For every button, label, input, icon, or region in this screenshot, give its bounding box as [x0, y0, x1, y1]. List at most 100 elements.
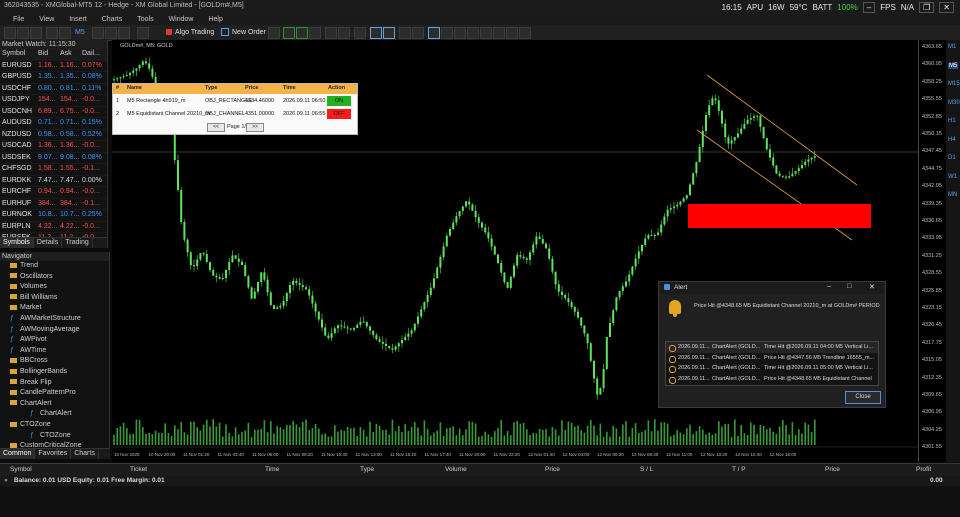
navigator-item[interactable]: ƒ AWMovingAverage — [0, 325, 109, 336]
indicators-icon[interactable] — [92, 27, 104, 39]
market-watch-row[interactable]: EURDKK 7.47... 7.47... 0.00% — [0, 176, 107, 187]
market-watch-row[interactable]: AUDUSD 0.71... 0.71... 0.15% — [0, 118, 107, 130]
tab-details[interactable]: Details — [34, 238, 63, 248]
col-sl[interactable]: S / L — [640, 466, 653, 473]
alert-history-row[interactable]: 2026.09.11... ChartAlert (GOLD... Time Hit… — [666, 363, 878, 374]
bar-chart-icon[interactable] — [283, 27, 295, 39]
navigator-item[interactable]: ƒ AWMarketStructure — [0, 314, 109, 325]
new-chart-icon[interactable] — [4, 27, 16, 39]
navigator-item[interactable]: ƒ CTOZone — [0, 431, 109, 442]
more-tools-icon[interactable] — [519, 27, 531, 39]
trendline-icon[interactable] — [454, 27, 466, 39]
navigator-item[interactable]: Bill Williams — [0, 293, 109, 304]
tab-favorites[interactable]: Favorites — [35, 449, 72, 459]
col-type[interactable]: Type — [360, 466, 374, 473]
navigator-item[interactable]: Market — [0, 303, 109, 314]
navigator-item[interactable]: Trend — [0, 261, 109, 272]
col-ticket[interactable]: Ticket — [130, 466, 147, 473]
timeframe-selector[interactable]: M5 — [72, 27, 88, 38]
minimize-button[interactable]: – — [862, 1, 876, 13]
candle-chart-icon[interactable] — [296, 27, 308, 39]
alert-history-row[interactable]: 2026.09.11... ChartAlert (GOLD... Price Hi… — [666, 353, 878, 364]
timeframe-m30[interactable]: M30 — [948, 100, 960, 106]
market-watch-row[interactable]: GBPUSD 1.35... 1.35... 0.08% — [0, 72, 107, 84]
timeframe-m1[interactable]: M1 — [948, 44, 956, 50]
timeframe-h4[interactable]: H4 — [948, 137, 956, 143]
menu-help[interactable]: Help — [208, 14, 222, 25]
market-watch-row[interactable]: EURUSD 1.16... 1.16... 0.07% — [0, 61, 107, 72]
new-order-button[interactable]: New Order — [218, 27, 269, 38]
timeframe-m5[interactable]: M5 — [948, 62, 959, 69]
market-watch-row[interactable]: CHFSGD 1.58... 1.55... -0.1... — [0, 164, 107, 176]
market-watch-row[interactable]: EURHUF 384... 384... -0.1... — [0, 199, 107, 210]
menu-insert[interactable]: Insert — [69, 14, 87, 25]
alert-history-row[interactable]: 2026.09.11... ChartAlert (GOLD... Price Hi… — [666, 374, 878, 385]
col-tp[interactable]: T / P — [732, 466, 746, 473]
channel-icon[interactable] — [467, 27, 479, 39]
shapes-icon[interactable] — [506, 27, 518, 39]
timeframe-w1[interactable]: W1 — [948, 174, 957, 180]
col-price[interactable]: Price — [545, 466, 560, 473]
zoom-out-icon[interactable] — [338, 27, 350, 39]
zoom-in-icon[interactable] — [325, 27, 337, 39]
zoom-icon[interactable] — [59, 27, 71, 39]
price-scale[interactable]: 4363.65 4360.95 4358.25 4355.55 4352.85 4350.… — [918, 40, 947, 462]
market-watch-row[interactable]: NZDUSD 0.58... 0.58... 0.52% — [0, 130, 107, 141]
templates-icon[interactable] — [118, 27, 130, 39]
chart-shift-icon[interactable] — [383, 27, 395, 39]
crosshair-tool-icon[interactable] — [412, 27, 424, 39]
alert-history-row[interactable]: 2026.09.11... ChartAlert (GOLD... Time Hit… — [666, 342, 878, 353]
menu-window[interactable]: Window — [169, 14, 194, 25]
vertical-line-icon[interactable] — [428, 27, 440, 39]
alert-minimize-button[interactable]: – — [827, 283, 831, 290]
col-symbol[interactable]: Symbol — [0, 49, 38, 60]
col-trade-symbol[interactable]: Symbol — [10, 466, 32, 473]
alert-off-button[interactable]: OFF — [327, 109, 351, 119]
col-bid[interactable]: Bid — [38, 49, 60, 60]
navigator-item[interactable]: CandlePatternPro — [0, 388, 109, 399]
navigator-item[interactable]: Oscillators — [0, 272, 109, 283]
next-page-button[interactable]: >> — [246, 123, 264, 132]
market-watch-row[interactable]: USDSEK 9.07... 9.08... 0.08% — [0, 153, 107, 164]
profiles-icon[interactable] — [17, 27, 29, 39]
timeframe-m15[interactable]: M15 — [948, 81, 960, 87]
line-chart-icon[interactable] — [309, 27, 321, 39]
menu-file[interactable]: File — [13, 14, 24, 25]
navigator-icon[interactable] — [30, 27, 42, 39]
navigator-item[interactable]: BollingerBands — [0, 367, 109, 378]
navigator-item[interactable]: ƒ AWTime — [0, 346, 109, 357]
crosshair-icon[interactable] — [46, 27, 58, 39]
navigator-item[interactable]: CTOZone — [0, 420, 109, 431]
market-watch-row[interactable]: EURCHF 0.94... 0.94... -0.0... — [0, 187, 107, 199]
tab-symbols[interactable]: Symbols — [0, 238, 34, 248]
col-time[interactable]: Time — [265, 466, 279, 473]
close-window-button[interactable]: ✕ — [939, 1, 954, 13]
alert-close-icon[interactable]: ✕ — [869, 283, 875, 291]
objects-icon[interactable] — [105, 27, 117, 39]
navigator-item[interactable]: BBCross — [0, 356, 109, 367]
algo-trading-button[interactable]: Algo Trading — [163, 27, 217, 38]
col-ask[interactable]: Ask — [60, 49, 82, 60]
fibo-icon[interactable] — [480, 27, 492, 39]
tile-icon[interactable] — [354, 27, 366, 39]
navigator-item[interactable]: ƒ ChartAlert — [0, 409, 109, 420]
tab-charts[interactable]: Charts — [71, 449, 99, 459]
horizontal-line-icon[interactable] — [441, 27, 453, 39]
tab-trading[interactable]: Trading — [62, 238, 93, 248]
market-watch-row[interactable]: EURNOK 10.8... 10.7... 0.25% — [0, 210, 107, 222]
timeframe-d1[interactable]: D1 — [948, 155, 956, 161]
col-volume[interactable]: Volume — [445, 466, 467, 473]
menu-charts[interactable]: Charts — [102, 14, 123, 25]
menu-view[interactable]: View — [39, 14, 54, 25]
timeframe-h1[interactable]: H1 — [948, 118, 956, 124]
market-watch-row[interactable]: USDCNH 6.89... 6.75... -0.0... — [0, 107, 107, 118]
close-button[interactable]: Close — [845, 391, 881, 404]
col-current-price[interactable]: Price — [825, 466, 840, 473]
navigator-item[interactable]: Break Flip — [0, 378, 109, 389]
market-watch-row[interactable]: EURPLN 4.22... 4.22... -0.0... — [0, 222, 107, 233]
autoscroll-icon[interactable] — [370, 27, 382, 39]
col-daily[interactable]: Dail... — [82, 49, 104, 60]
alert-maximize-button[interactable]: □ — [847, 283, 851, 290]
text-icon[interactable] — [493, 27, 505, 39]
depth-icon[interactable] — [268, 27, 280, 39]
